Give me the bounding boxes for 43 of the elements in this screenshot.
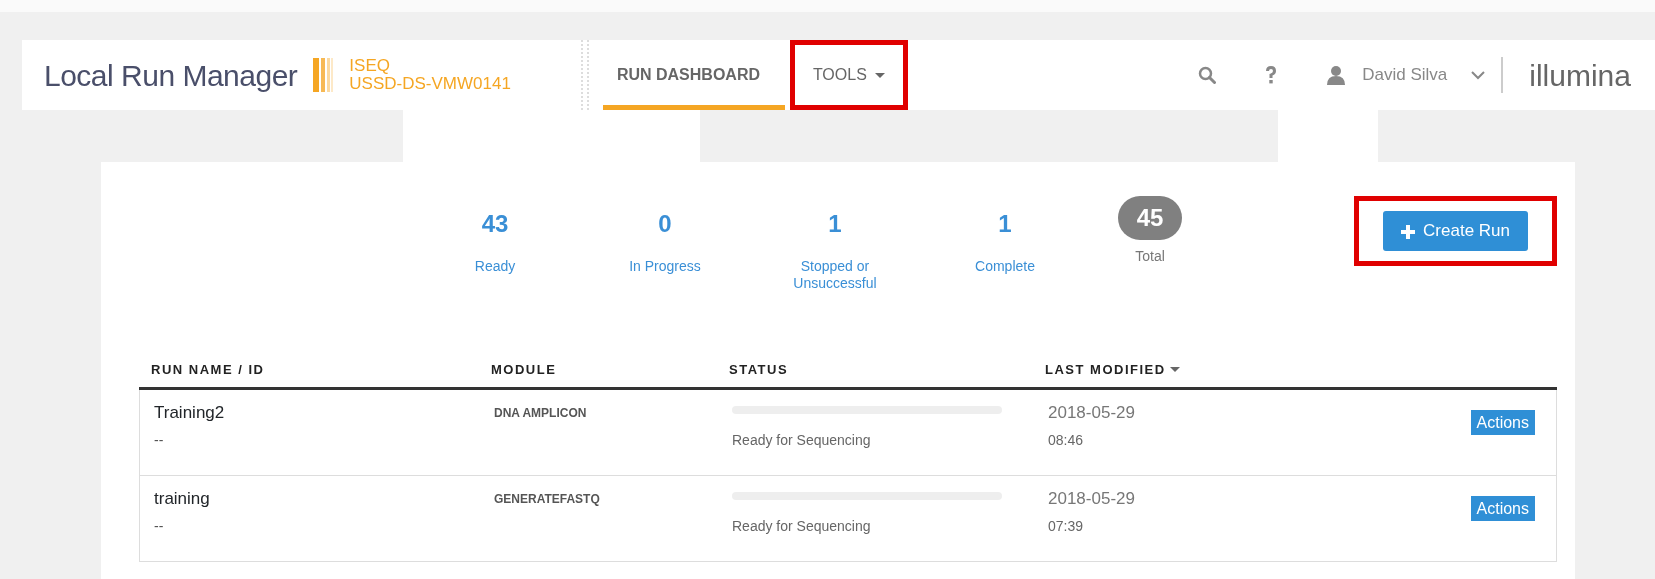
instrument-name: ISEQ xyxy=(349,57,391,75)
stat-label[interactable]: Ready xyxy=(440,258,550,275)
caret-icon xyxy=(874,72,885,78)
modified-date: 2018-05-29 xyxy=(1048,488,1136,510)
logo-bars-icon xyxy=(313,58,334,92)
stat-label: Total xyxy=(1135,248,1165,265)
create-run-button[interactable]: Create Run xyxy=(1383,211,1528,251)
status-text: Ready for Sequencing xyxy=(732,431,872,450)
column-header: RUN NAME / ID xyxy=(151,362,265,377)
stat-count[interactable]: 43 xyxy=(481,206,509,242)
host-name: USSD-DS-VMW0141 xyxy=(349,75,511,93)
run-id: -- xyxy=(154,516,165,536)
stat-label[interactable]: Complete xyxy=(950,258,1060,275)
run-name[interactable]: Training2 xyxy=(154,400,494,426)
chevron-down-icon[interactable] xyxy=(1471,70,1486,80)
module-name: DNA AMPLICON xyxy=(494,405,588,422)
plus-icon xyxy=(1401,224,1416,239)
search-icon[interactable] xyxy=(1198,66,1217,84)
actions-button[interactable]: Actions xyxy=(1470,410,1535,436)
column-header: MODULE xyxy=(491,362,557,377)
modified-date: 2018-05-29 xyxy=(1048,402,1136,424)
run-id: -- xyxy=(154,430,165,450)
column-header[interactable]: LAST MODIFIED xyxy=(1045,362,1166,377)
status-text: Ready for Sequencing xyxy=(732,517,872,536)
stat-count[interactable]: 1 xyxy=(998,206,1012,242)
nav-tab[interactable]: TOOLS xyxy=(798,49,899,101)
run-name[interactable]: training xyxy=(154,486,494,512)
sort-caret-icon[interactable] xyxy=(1169,367,1180,373)
user-name[interactable]: David Silva xyxy=(1362,62,1448,88)
total-count: 45 xyxy=(1118,196,1182,240)
column-header: STATUS xyxy=(729,362,789,377)
stat-count[interactable]: 1 xyxy=(828,206,842,242)
actions-button[interactable]: Actions xyxy=(1470,496,1535,522)
stat-label[interactable]: Stopped or Unsuccessful xyxy=(780,258,890,292)
modified-time: 07:39 xyxy=(1048,516,1085,536)
stat-label[interactable]: In Progress xyxy=(610,258,720,275)
app-title: Local Run Manager xyxy=(44,57,298,94)
user-icon[interactable] xyxy=(1326,65,1347,85)
modified-time: 08:46 xyxy=(1048,430,1085,450)
help-icon[interactable] xyxy=(1264,65,1279,85)
brand-logo: illumina xyxy=(1529,57,1631,94)
stat-count[interactable]: 0 xyxy=(658,206,672,242)
module-name: GENERATEFASTQ xyxy=(494,491,601,508)
